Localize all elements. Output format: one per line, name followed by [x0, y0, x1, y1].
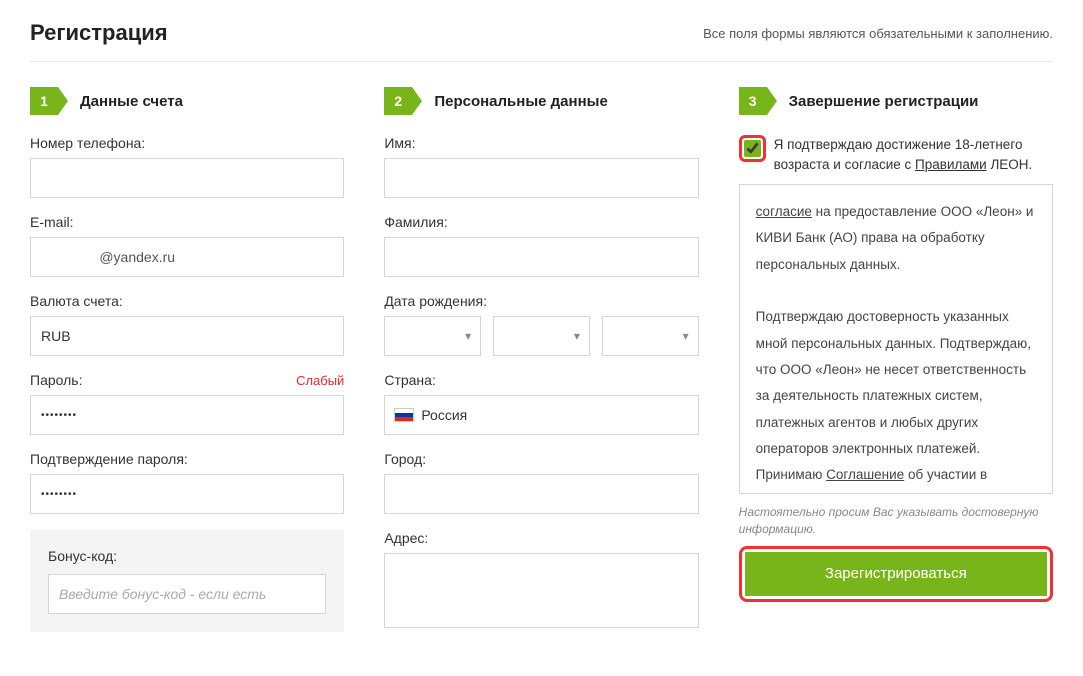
page-header: Регистрация Все поля формы являются обяз… — [30, 20, 1053, 62]
country-label: Страна: — [384, 372, 698, 388]
currency-label: Валюта счета: — [30, 293, 344, 309]
address-input[interactable] — [384, 553, 698, 628]
submit-button-highlight: Зарегистрироваться — [739, 546, 1053, 602]
page-title: Регистрация — [30, 20, 168, 46]
step-number-badge: 1 — [30, 87, 58, 115]
bonus-label: Бонус-код: — [48, 548, 326, 564]
dob-year-select[interactable] — [602, 316, 699, 356]
password-input[interactable] — [30, 395, 344, 435]
rules-link[interactable]: Правилами — [915, 157, 987, 172]
bonus-code-input[interactable] — [48, 574, 326, 614]
disclaimer-text: Настоятельно просим Вас указывать достов… — [739, 504, 1053, 538]
phone-input[interactable] — [30, 158, 344, 198]
agree-checkbox[interactable] — [744, 140, 761, 157]
submit-button[interactable]: Зарегистрироваться — [745, 552, 1047, 596]
step-title: Персональные данные — [434, 93, 607, 110]
bonus-code-panel: Бонус-код: — [30, 530, 344, 632]
agree-checkbox-highlight — [739, 135, 766, 162]
firstname-input[interactable] — [384, 158, 698, 198]
email-input[interactable] — [30, 237, 344, 277]
address-label: Адрес: — [384, 530, 698, 546]
firstname-label: Имя: — [384, 135, 698, 151]
phone-label: Номер телефона: — [30, 135, 344, 151]
dob-label: Дата рождения: — [384, 293, 698, 309]
email-label: E-mail: — [30, 214, 344, 230]
step-header-3: 3 Завершение регистрации — [739, 87, 1053, 115]
dob-month-select[interactable] — [493, 316, 590, 356]
column-account-data: 1 Данные счета Номер телефона: E-mail: В… — [30, 87, 344, 647]
password-confirm-label: Подтверждение пароля: — [30, 451, 344, 467]
step-number-badge: 3 — [739, 87, 767, 115]
flag-ru-icon — [395, 409, 413, 421]
city-label: Город: — [384, 451, 698, 467]
country-value: Россия — [421, 407, 467, 423]
password-strength-indicator: Слабый — [296, 373, 344, 388]
step-title: Завершение регистрации — [789, 93, 979, 110]
column-personal-data: 2 Персональные данные Имя: Фамилия: Дата… — [384, 87, 698, 647]
dob-day-select[interactable] — [384, 316, 481, 356]
agree-text: Я подтверждаю достижение 18-летнего возр… — [774, 135, 1053, 174]
step-title: Данные счета — [80, 93, 183, 110]
step-header-1: 1 Данные счета — [30, 87, 344, 115]
agreement-link[interactable]: Соглашение — [826, 467, 904, 482]
step-number-badge: 2 — [384, 87, 412, 115]
consent-link[interactable]: согласие — [756, 204, 812, 219]
city-input[interactable] — [384, 474, 698, 514]
password-label: Пароль: — [30, 372, 82, 388]
currency-input[interactable] — [30, 316, 344, 356]
lastname-input[interactable] — [384, 237, 698, 277]
terms-scrollbox[interactable]: согласие на предоставление ООО «Леон» и … — [739, 184, 1053, 494]
lastname-label: Фамилия: — [384, 214, 698, 230]
step-header-2: 2 Персональные данные — [384, 87, 698, 115]
column-finish: 3 Завершение регистрации Я подтверждаю д… — [739, 87, 1053, 647]
country-select[interactable]: Россия — [384, 395, 698, 435]
required-fields-note: Все поля формы являются обязательными к … — [703, 26, 1053, 41]
password-confirm-input[interactable] — [30, 474, 344, 514]
